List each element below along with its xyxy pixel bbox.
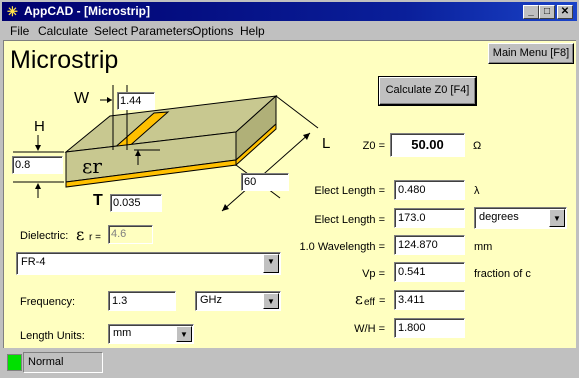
z0-label: Z0 = (362, 140, 385, 152)
l-dim-ext-top (275, 95, 319, 129)
length-units-value: mm (113, 327, 132, 339)
status-text: Normal (23, 352, 103, 373)
wh-label: W/H = (354, 323, 385, 335)
t-label: T (93, 192, 103, 209)
height-input[interactable]: 0.8 (12, 156, 63, 174)
eeff-sym: ε (355, 290, 363, 308)
er-sub: r = (89, 232, 101, 243)
vp-label: Vp = (362, 268, 385, 280)
title-bar: ✳ AppCAD - [Microstrip] _ □ ✕ (2, 2, 577, 21)
microstrip-diagram (13, 85, 319, 212)
angle-unit-value: degrees (479, 211, 519, 223)
elect-length-deg-output: 173.0 (394, 208, 465, 228)
eeff-output: 3.411 (394, 290, 465, 310)
ohm-unit: Ω (473, 140, 482, 152)
wavelength-label: 1.0 Wavelength = (299, 241, 385, 253)
er-sym: ε (76, 225, 85, 244)
thickness-input[interactable]: 0.035 (110, 194, 162, 212)
width-input[interactable]: 1.44 (117, 92, 155, 110)
menu-bar: File Calculate Select Parameters Options… (2, 22, 577, 40)
calculate-z0-button[interactable]: Calculate Z0 [F4] (379, 77, 476, 105)
frequency-input[interactable]: 1.3 (108, 291, 176, 311)
app-icon: ✳ (7, 4, 18, 19)
elect-length-deg-label: Elect Length = (314, 214, 385, 226)
frequency-unit-select[interactable]: GHz ▼ (195, 291, 281, 311)
chevron-down-icon[interactable]: ▼ (176, 326, 192, 342)
menu-calculate[interactable]: Calculate (38, 24, 88, 38)
er-input: 4.6 (108, 225, 153, 244)
wavelength-output: 124.870 (394, 235, 465, 255)
eeff-sub: eff (364, 297, 375, 308)
length-units-select[interactable]: mm ▼ (108, 324, 194, 344)
menu-select-parameters[interactable]: Select Parameters (94, 24, 193, 38)
maximize-button[interactable]: □ (539, 5, 555, 19)
close-button[interactable]: ✕ (557, 5, 573, 19)
vp-unit: fraction of c (474, 268, 531, 280)
elect-length-lambda-label: Elect Length = (314, 185, 385, 197)
angle-unit-select[interactable]: degrees ▼ (474, 207, 567, 229)
length-input[interactable]: 60 (241, 173, 289, 191)
dielectric-material-value: FR-4 (21, 256, 46, 268)
length-units-label: Length Units: (20, 330, 85, 342)
h-label: H (34, 118, 45, 135)
wavelength-unit: mm (474, 241, 493, 253)
z0-output: 50.00 (390, 133, 465, 157)
status-led-icon (7, 354, 22, 371)
menu-help[interactable]: Help (240, 24, 265, 38)
frequency-label: Frequency: (20, 296, 76, 308)
dielectric-label: Dielectric: (20, 230, 69, 242)
main-menu-button[interactable]: Main Menu [F8] (488, 43, 574, 64)
minimize-button[interactable]: _ (523, 5, 539, 19)
w-label: W (74, 90, 90, 107)
wh-output: 1.800 (394, 318, 465, 338)
eeff-equals: = (379, 295, 386, 307)
lambda-unit: λ (474, 185, 480, 197)
frequency-unit-value: GHz (200, 294, 222, 306)
vp-output: 0.541 (394, 262, 465, 282)
chevron-down-icon[interactable]: ▼ (263, 293, 279, 309)
elect-length-lambda-output: 0.480 (394, 180, 465, 200)
dielectric-material-select[interactable]: FR-4 ▼ (16, 252, 281, 275)
er-symbol: εr (82, 154, 102, 178)
menu-file[interactable]: File (10, 24, 29, 38)
menu-options[interactable]: Options (192, 24, 233, 38)
chevron-down-icon[interactable]: ▼ (263, 254, 279, 273)
chevron-down-icon[interactable]: ▼ (549, 209, 565, 227)
window-title: AppCAD - [Microstrip] (24, 4, 150, 18)
